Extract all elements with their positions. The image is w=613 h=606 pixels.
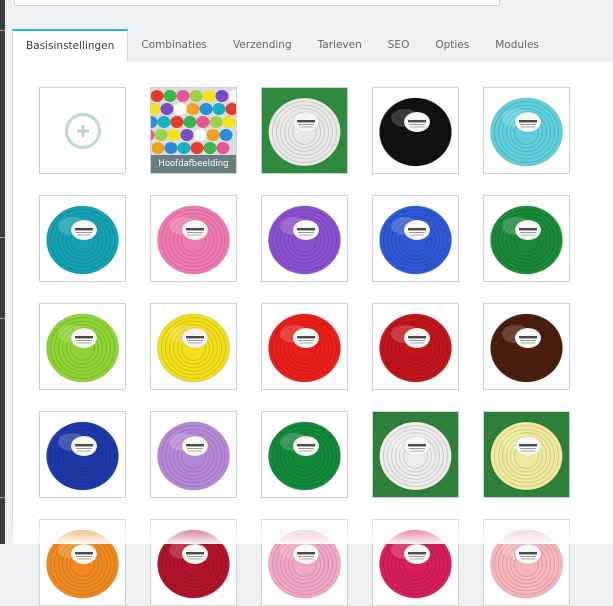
cover-image-tile[interactable]: Hoofdafbeelding: [150, 87, 237, 174]
product-image-tile[interactable]: [372, 519, 459, 606]
product-image-tile[interactable]: [483, 303, 570, 390]
product-image-tile[interactable]: [261, 519, 348, 606]
yarn-ball-image: [373, 520, 458, 605]
yarn-ball-image: [40, 196, 125, 281]
yarn-ball-image: [262, 88, 347, 173]
top-input-field[interactable]: [14, 0, 500, 6]
product-image-tile[interactable]: [261, 87, 348, 174]
images-panel: Hoofdafbeelding: [12, 62, 613, 606]
product-image-tile[interactable]: [372, 303, 459, 390]
product-image-tile[interactable]: [372, 195, 459, 282]
product-image-tile[interactable]: [261, 195, 348, 282]
strip-marker: [0, 497, 5, 498]
tab-combinaties[interactable]: Combinaties: [128, 29, 220, 62]
yarn-ball-image: [262, 196, 347, 281]
yarn-ball-image: [262, 520, 347, 605]
product-image-tile[interactable]: [150, 411, 237, 498]
yarn-ball-image: [484, 520, 569, 605]
yarn-ball-image: [151, 196, 236, 281]
yarn-ball-image: [484, 196, 569, 281]
product-image-tile[interactable]: [150, 519, 237, 606]
yarn-ball-image: [262, 412, 347, 497]
strip-marker: [0, 318, 5, 319]
cover-image-label: Hoofdafbeelding: [151, 155, 236, 173]
yarn-ball-image: [484, 88, 569, 173]
yarn-ball-image: [40, 412, 125, 497]
product-image-tile[interactable]: [483, 519, 570, 606]
product-image-tile[interactable]: [372, 411, 459, 498]
strip-marker: [0, 30, 5, 31]
yarn-ball-image: [262, 304, 347, 389]
tab-tarieven[interactable]: Tarieven: [305, 29, 375, 62]
plus-circle-icon: [64, 112, 101, 149]
product-image-tile[interactable]: [261, 411, 348, 498]
tab-seo[interactable]: SEO: [375, 29, 423, 62]
tab-opties[interactable]: Opties: [422, 29, 482, 62]
tab-verzending[interactable]: Verzending: [220, 29, 305, 62]
product-image-tile[interactable]: [483, 195, 570, 282]
tab-basisinstellingen[interactable]: Basisinstellingen: [12, 29, 129, 63]
yarn-ball-image: [484, 304, 569, 389]
product-image-tile[interactable]: [150, 303, 237, 390]
product-image-tile[interactable]: [483, 411, 570, 498]
yarn-ball-image: [373, 412, 458, 497]
yarn-ball-image: [373, 88, 458, 173]
product-image-tile[interactable]: [261, 303, 348, 390]
product-image-tile[interactable]: [39, 411, 126, 498]
product-image-tile[interactable]: [39, 195, 126, 282]
product-tabs: Basisinstellingen Combinaties Verzending Ta…: [12, 28, 613, 63]
product-image-tile[interactable]: [39, 303, 126, 390]
tab-modules[interactable]: Modules: [482, 29, 552, 62]
strip-marker: [0, 237, 5, 238]
product-image-tile[interactable]: [39, 519, 126, 606]
product-image-tile[interactable]: [483, 87, 570, 174]
yarn-ball-image: [40, 520, 125, 605]
yarn-ball-image: [151, 412, 236, 497]
image-gallery: Hoofdafbeelding: [39, 87, 570, 606]
yarn-ball-image: [373, 304, 458, 389]
yarn-ball-image: [484, 412, 569, 497]
product-image-tile[interactable]: [372, 87, 459, 174]
product-image-tile[interactable]: [150, 195, 237, 282]
yarn-ball-image: [151, 520, 236, 605]
yarn-ball-image: [40, 304, 125, 389]
left-edge-strip: [0, 0, 5, 544]
add-image-button[interactable]: [39, 87, 126, 174]
yarn-ball-image: [373, 196, 458, 281]
yarn-ball-image: [151, 304, 236, 389]
